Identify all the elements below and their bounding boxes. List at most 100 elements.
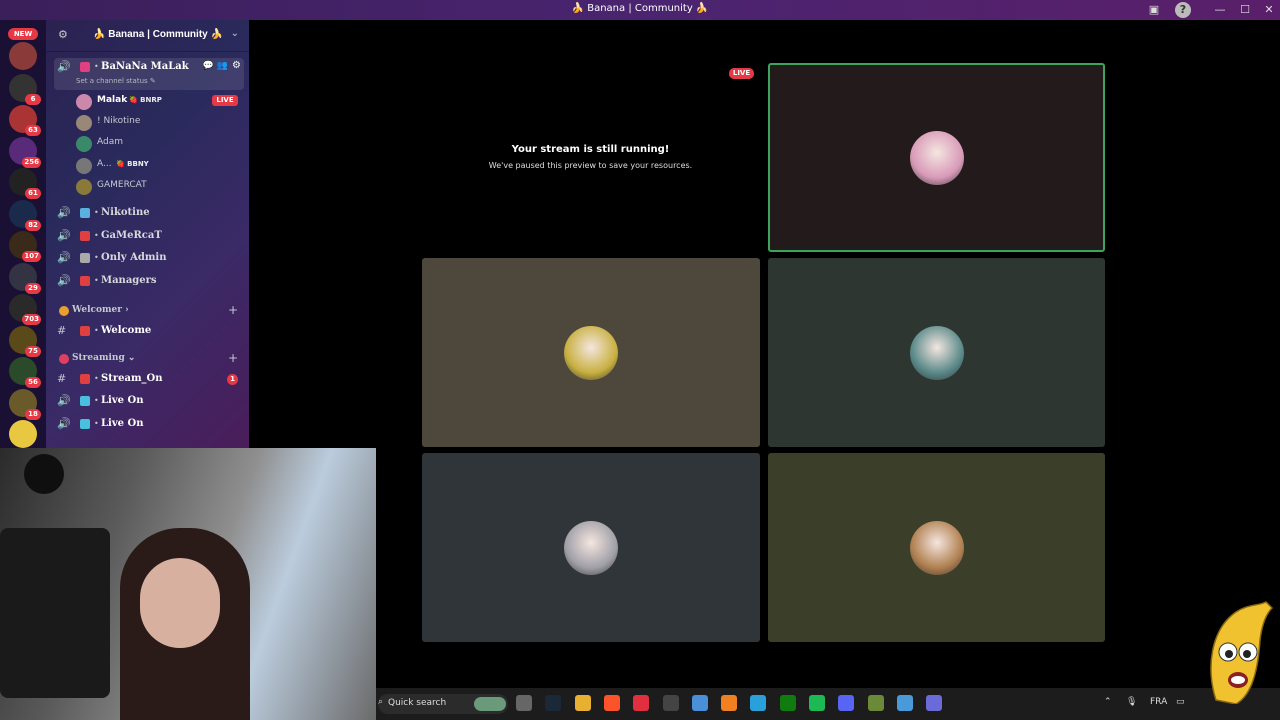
- app-store-app-icon[interactable]: [926, 695, 943, 711]
- media-player-app-icon[interactable]: [809, 695, 825, 711]
- channel-name: GaMeRcaT: [101, 229, 162, 241]
- channel-name: Managers: [101, 275, 157, 287]
- close-button[interactable]: ✕: [1261, 2, 1277, 18]
- voice-member[interactable]: Adam: [76, 134, 246, 153]
- voice-member[interactable]: GAMERCAT: [76, 177, 246, 196]
- add-channel-icon[interactable]: +: [228, 351, 238, 365]
- channel-item[interactable]: # • Stream_On 1: [54, 370, 244, 390]
- steam-app-icon[interactable]: [545, 695, 562, 711]
- member-name: Malak: [97, 95, 128, 105]
- server-badge: 56: [25, 377, 41, 388]
- help-icon[interactable]: ?: [1175, 2, 1191, 18]
- server-icon[interactable]: [9, 42, 37, 70]
- server-icon[interactable]: 6: [9, 73, 41, 105]
- channel-name: BaNaNa MaLak: [101, 61, 189, 72]
- server-icon[interactable]: 56: [9, 357, 41, 388]
- server-badge: 256: [22, 156, 41, 168]
- server-badge: 82: [25, 219, 41, 231]
- vlc-app-icon[interactable]: [721, 695, 738, 711]
- settings-gear-icon[interactable]: ⚙: [232, 60, 241, 71]
- voice-channel[interactable]: 🔊 • GaMeRcaT: [54, 227, 244, 247]
- app-window: 🍌 Banana | Community 🍌 ▣ ? — ☐ ✕ NEW 6 63…: [0, 0, 1280, 720]
- participant-tile[interactable]: [768, 258, 1105, 447]
- server-icon[interactable]: 107: [9, 231, 41, 262]
- invite-icon[interactable]: 👥: [217, 61, 228, 71]
- category-name: Welcomer ›: [72, 305, 129, 315]
- server-icon[interactable]: 63: [9, 105, 41, 136]
- chevron-up-icon[interactable]: ⌃: [1104, 697, 1112, 707]
- avatar: [76, 136, 92, 153]
- channel-emoji-icon: [80, 396, 90, 407]
- member-name: A...: [97, 158, 112, 169]
- voice-channel-current[interactable]: 🔊 • BaNaNa MaLak Set a channel status ✎ …: [54, 58, 244, 90]
- participant-tile[interactable]: [768, 453, 1105, 642]
- voice-channel[interactable]: 🔊 • Managers: [54, 272, 244, 292]
- channel-emoji-icon: [80, 62, 90, 72]
- channel-item[interactable]: 🔊 • Live On: [54, 392, 244, 412]
- server-icon[interactable]: 256: [9, 136, 41, 168]
- server-badge: 63: [25, 125, 41, 136]
- voice-channel[interactable]: 🔊 • Only Admin: [54, 249, 244, 269]
- minimize-button[interactable]: —: [1212, 2, 1228, 18]
- avatar: [76, 94, 92, 110]
- search-icon: ⌕: [378, 697, 384, 707]
- streamer-face: [140, 558, 220, 648]
- file-explorer-app-icon[interactable]: [574, 695, 591, 711]
- server-header[interactable]: ⚙ 🍌 Banana | Community 🍌 ⌄: [46, 20, 249, 52]
- app-round-app-icon[interactable]: [867, 695, 884, 711]
- server-badge: 107: [22, 251, 41, 262]
- server-icon[interactable]: 61: [9, 168, 41, 199]
- chat-icon[interactable]: 💬: [203, 61, 214, 71]
- server-badge: 18: [25, 408, 41, 420]
- server-icon[interactable]: [9, 420, 37, 448]
- obs-app-icon[interactable]: [662, 695, 679, 711]
- opera-gx-app-icon[interactable]: [633, 695, 650, 711]
- participant-tile[interactable]: [422, 453, 760, 642]
- xbox-app-icon[interactable]: [779, 695, 796, 711]
- network-icon[interactable]: ▭: [1176, 697, 1185, 707]
- cast-icon[interactable]: ▣: [1146, 2, 1162, 18]
- photos-app-icon[interactable]: [896, 695, 913, 711]
- webcam-overlay: [0, 448, 376, 720]
- maximize-button[interactable]: ☐: [1237, 2, 1253, 18]
- lamp: [24, 454, 64, 494]
- server-name: 🍌 Banana | Community 🍌: [93, 29, 223, 40]
- channel-name: Live On: [101, 418, 144, 430]
- chrome-app-icon[interactable]: [691, 695, 708, 711]
- language-indicator[interactable]: FRA: [1150, 697, 1167, 707]
- channel-status-hint[interactable]: Set a channel status ✎: [76, 77, 156, 85]
- server-icon[interactable]: 18: [9, 388, 41, 420]
- voice-member[interactable]: Malak 🍓 BNRP LIVE: [76, 92, 246, 111]
- speaker-icon: 🔊: [57, 228, 71, 242]
- category-header[interactable]: Welcomer › +: [54, 302, 244, 322]
- channel-item[interactable]: 🔊 • Live On: [54, 415, 244, 435]
- voice-channel[interactable]: 🔊 • Nikotine: [54, 204, 244, 224]
- channel-item[interactable]: # • Welcome: [54, 322, 244, 342]
- speaker-icon: 🔊: [57, 417, 71, 431]
- speaker-icon: 🔊: [57, 274, 71, 288]
- participant-tile[interactable]: [422, 258, 760, 447]
- channel-emoji-icon: [80, 230, 90, 241]
- stage-area: LIVE Your stream is still running! We've…: [249, 20, 1280, 700]
- microphone-icon[interactable]: 🎙: [1126, 697, 1137, 707]
- new-badge: NEW: [8, 28, 38, 40]
- chevron-down-icon[interactable]: ⌄: [231, 28, 239, 39]
- task-view-app-icon[interactable]: [516, 695, 532, 711]
- voice-member[interactable]: ! Nikotine: [76, 113, 246, 132]
- participant-tile[interactable]: [768, 63, 1105, 252]
- search-highlight-icon: [474, 697, 506, 711]
- brave-app-icon[interactable]: [603, 695, 620, 711]
- search-input[interactable]: ⌕ Quick search: [378, 694, 508, 714]
- server-badge: 6: [25, 93, 41, 105]
- speaker-icon: 🔊: [57, 394, 71, 408]
- jacket: [0, 528, 110, 698]
- server-icon[interactable]: 703: [9, 294, 41, 325]
- voice-member[interactable]: A... 🍓 BBNY: [76, 156, 246, 175]
- server-icon[interactable]: 29: [9, 262, 41, 294]
- add-channel-icon[interactable]: +: [228, 303, 238, 317]
- telegram-app-icon[interactable]: [750, 695, 767, 711]
- server-icon[interactable]: 82: [9, 199, 41, 231]
- server-icon[interactable]: 75: [9, 325, 41, 357]
- discord-app-icon[interactable]: [838, 695, 855, 711]
- category-header[interactable]: Streaming ⌄ +: [54, 350, 244, 370]
